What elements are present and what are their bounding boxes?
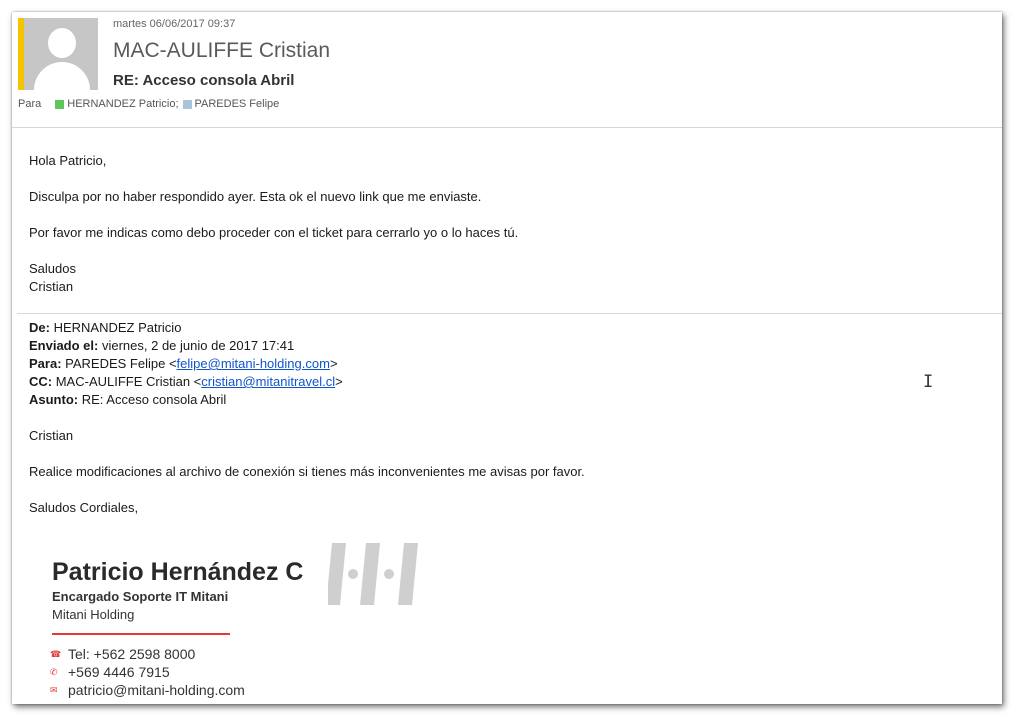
field-label: Asunto:: [29, 392, 79, 407]
recipient-name: HERNANDEZ Patricio: [67, 98, 176, 110]
signature-role: Encargado Soporte IT Mitani: [52, 589, 229, 604]
presence-icon: [55, 99, 65, 109]
signature-company: Mitani Holding: [52, 607, 135, 622]
field-value: PAREDES Felipe <: [61, 356, 177, 371]
message-subject: RE: Acceso consola Abril: [113, 72, 295, 89]
field-value: viernes, 2 de junio de 2017 17:41: [98, 338, 295, 353]
message-header: martes 06/06/2017 09:37 MAC-AULIFFE Cris…: [12, 12, 1002, 128]
phone-text: Tel: +562 2598 8000: [68, 646, 196, 662]
recipients-row: Para HERNANDEZ Patricio; PAREDES Felipe: [18, 98, 279, 110]
quoted-paragraph: Realice modificaciones al archivo de con…: [29, 464, 585, 479]
quoted-closing: Saludos Cordiales,: [29, 500, 139, 515]
quoted-from: De: HERNANDEZ Patricio: [29, 320, 181, 335]
quoted-greeting: Cristian: [29, 428, 74, 443]
message-date: martes 06/06/2017 09:37: [113, 18, 236, 30]
field-label: Enviado el:: [29, 338, 99, 353]
field-label: CC:: [29, 374, 53, 389]
company-logo: [328, 543, 418, 605]
phone-icon: ☎: [50, 648, 62, 659]
text-cursor-icon: I: [923, 372, 934, 392]
recipient-separator: ;: [175, 98, 179, 110]
avatar-head: [48, 28, 76, 58]
field-value: >: [335, 374, 343, 389]
email-text: patricio@mitani-holding.com: [68, 682, 245, 698]
signature-divider: [52, 633, 230, 635]
quoted-subject: Asunto: RE: Acceso consola Abril: [29, 392, 226, 407]
signature-mobile: ✆ +569 4446 7915: [50, 664, 170, 680]
email-link[interactable]: felipe@mitani-holding.com: [177, 356, 330, 371]
field-value: >: [329, 356, 338, 371]
field-label: Para:: [29, 356, 62, 371]
recipient-hernandez[interactable]: HERNANDEZ Patricio;: [55, 98, 182, 110]
signature-phone: ☎ Tel: +562 2598 8000: [50, 646, 195, 662]
email-link[interactable]: cristian@mitanitravel.cl: [201, 374, 335, 389]
quoted-cc: CC: MAC-AULIFFE Cristian <cristian@mitan…: [29, 374, 343, 389]
envelope-icon: ✉: [50, 684, 58, 695]
field-value: RE: Acceso consola Abril: [78, 392, 227, 407]
presence-icon: [182, 99, 192, 109]
signature-name: Patricio Hernández C: [52, 558, 304, 586]
avatar[interactable]: [24, 18, 98, 90]
sender-name[interactable]: MAC-AULIFFE Cristian: [113, 39, 330, 63]
mobile-text: +569 4446 7915: [68, 664, 170, 680]
to-label: Para: [18, 98, 42, 110]
reply-paragraph: Disculpa por no haber respondido ayer. E…: [29, 189, 482, 204]
field-label: De:: [29, 320, 50, 335]
reply-greeting: Hola Patricio,: [29, 153, 107, 168]
mobile-icon: ✆: [50, 666, 58, 677]
quoted-sent: Enviado el: viernes, 2 de junio de 2017 …: [29, 338, 294, 353]
signature-email: ✉ patricio@mitani-holding.com: [50, 682, 245, 698]
field-value: HERNANDEZ Patricio: [49, 320, 182, 335]
email-reading-pane: martes 06/06/2017 09:37 MAC-AULIFFE Cris…: [12, 12, 1002, 704]
reply-closing: Saludos: [29, 261, 76, 276]
field-value: MAC-AULIFFE Cristian <: [52, 374, 202, 389]
reply-paragraph: Por favor me indicas como debo proceder …: [29, 225, 519, 240]
reply-signoff: Cristian: [29, 279, 74, 294]
quote-divider: [17, 313, 1002, 314]
recipient-paredes[interactable]: PAREDES Felipe: [182, 98, 280, 110]
recipient-name: PAREDES Felipe: [194, 98, 280, 110]
avatar-shoulders: [34, 62, 90, 90]
quoted-to: Para: PAREDES Felipe <felipe@mitani-hold…: [29, 356, 338, 371]
